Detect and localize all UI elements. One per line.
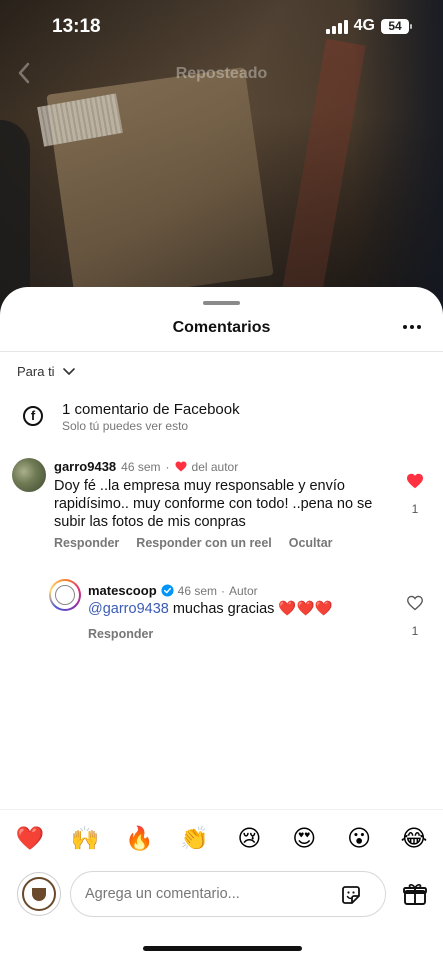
sticker-icon[interactable] (339, 883, 363, 907)
author-role: Autor (229, 583, 258, 598)
quick-emoji-bar: ❤️ 🙌 🔥 👏 😢 😍 😮 😂 (12, 825, 432, 852)
mention-link[interactable]: @garro9438 (88, 601, 169, 617)
network-type: 4G (353, 17, 375, 34)
heart-outline-icon[interactable] (406, 595, 424, 611)
emoji-fire[interactable]: 🔥 (122, 825, 158, 852)
avatar[interactable] (49, 579, 81, 611)
sort-filter-label: Para ti (17, 364, 55, 379)
emoji-heart[interactable]: ❤️ (12, 825, 48, 852)
facebook-comments-subtitle: Solo tú puedes ver esto (62, 419, 189, 433)
comment-time: 46 sem (121, 459, 161, 474)
sort-filter-dropdown[interactable]: Para ti (17, 364, 75, 379)
status-time: 13:18 (52, 16, 101, 37)
emoji-heart-eyes[interactable]: 😍 (286, 825, 322, 852)
author-like-label: del autor (191, 459, 239, 474)
emoji-crying[interactable]: 😢 (231, 825, 267, 852)
signal-icon (325, 18, 348, 34)
reply-like: 1 (404, 595, 426, 638)
reply-header: matescoop 46 sem · Autor (88, 583, 258, 598)
sheet-title: Comentarios (172, 319, 271, 336)
status-indicators: 4G 54 (325, 17, 412, 35)
status-bar: 13:18 4G 54 (0, 0, 443, 52)
reply-button[interactable]: Responder (54, 536, 119, 550)
divider (0, 809, 443, 810)
comment-username[interactable]: garro9438 (54, 459, 116, 474)
heart-filled-icon[interactable] (406, 473, 424, 489)
comment-like: 1 (404, 473, 426, 516)
hide-button[interactable]: Ocultar (289, 536, 333, 550)
facebook-comments-row[interactable]: f 1 comentario de Facebook Solo tú puede… (20, 400, 420, 440)
reply-username[interactable]: matescoop (88, 583, 157, 598)
emoji-surprised[interactable]: 😮 (341, 825, 377, 852)
emoji-clap[interactable]: 👏 (177, 825, 213, 852)
reply-body: muchas gracias ❤️❤️❤️ (168, 601, 333, 617)
comment-header: garro9438 46 sem · del autor (54, 459, 238, 474)
comment-input[interactable]: Agrega un comentario... (70, 871, 386, 917)
comments-sheet: Comentarios Para ti f 1 comentario de Fa… (0, 287, 443, 959)
reply-item: matescoop 46 sem · Autor @garro9438 much… (0, 577, 443, 647)
author-heart-icon (175, 461, 187, 472)
reply-time: 46 sem (177, 583, 217, 598)
gift-icon[interactable] (402, 881, 428, 907)
sheet-grabber[interactable] (203, 301, 240, 305)
comment-composer: Agrega un comentario... (0, 871, 443, 921)
nav-title: Reposteado (175, 65, 268, 82)
comment-actions: Responder Responder con un reel Ocultar (54, 536, 333, 550)
avatar (17, 872, 61, 916)
reply-button[interactable]: Responder (88, 627, 153, 641)
emoji-raised-hands[interactable]: 🙌 (67, 825, 103, 852)
comment-item: garro9438 46 sem · del autor Doy fé ..la… (0, 455, 443, 565)
top-nav: Reposteado (0, 58, 443, 90)
verified-badge-icon (161, 584, 174, 597)
separator-dot: · (221, 583, 225, 598)
comment-input-placeholder: Agrega un comentario... (85, 886, 240, 902)
divider (0, 351, 443, 352)
reply-text: @garro9438 muchas gracias ❤️❤️❤️ (88, 600, 333, 617)
more-options-icon[interactable] (403, 325, 421, 329)
facebook-comments-title: 1 comentario de Facebook (62, 401, 240, 418)
like-count: 1 (411, 624, 419, 638)
chevron-down-icon (62, 367, 75, 375)
separator-dot: · (165, 459, 170, 474)
like-count: 1 (411, 502, 419, 516)
battery-icon: 54 (381, 18, 412, 34)
home-indicator[interactable] (143, 946, 302, 951)
avatar[interactable] (12, 458, 46, 492)
reply-with-reel-button[interactable]: Responder con un reel (136, 536, 271, 550)
facebook-icon: f (23, 406, 43, 426)
emoji-laughing[interactable]: 😂 (396, 825, 432, 852)
comment-text: Doy fé ..la empresa muy responsable y en… (54, 478, 373, 530)
